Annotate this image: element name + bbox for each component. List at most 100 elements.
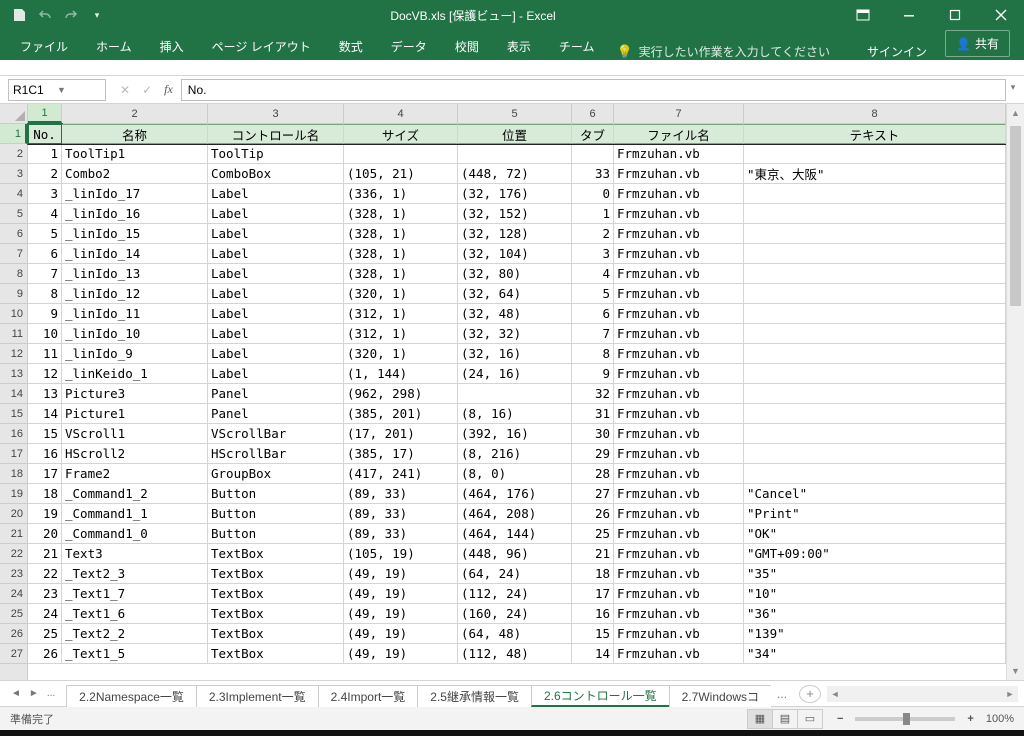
cell[interactable]: ToolTip1: [62, 144, 208, 164]
cell[interactable]: Combo2: [62, 164, 208, 184]
cell[interactable]: (328, 1): [344, 244, 458, 264]
cell[interactable]: (105, 21): [344, 164, 458, 184]
cell[interactable]: (112, 48): [458, 644, 572, 664]
column-header[interactable]: 4: [344, 104, 458, 123]
cell[interactable]: Label: [208, 244, 344, 264]
cell[interactable]: Frmzuhan.vb: [614, 364, 744, 384]
cell[interactable]: (49, 19): [344, 564, 458, 584]
table-header-cell[interactable]: サイズ: [344, 124, 458, 144]
cell[interactable]: Panel: [208, 384, 344, 404]
row-header[interactable]: 8: [0, 264, 27, 284]
cell[interactable]: "東京、大阪": [744, 164, 1006, 184]
cell[interactable]: 33: [572, 164, 614, 184]
row-header[interactable]: 20: [0, 504, 27, 524]
row-header[interactable]: 13: [0, 364, 27, 384]
cell[interactable]: "36": [744, 604, 1006, 624]
row-header[interactable]: 23: [0, 564, 27, 584]
cells-area[interactable]: No.名称コントロール名サイズ位置タブファイル名テキスト1ToolTip1Too…: [28, 124, 1006, 680]
cell[interactable]: Frmzuhan.vb: [614, 644, 744, 664]
sheet-nav-prev-icon[interactable]: ◄: [8, 686, 24, 701]
cell[interactable]: (464, 208): [458, 504, 572, 524]
scroll-down-icon[interactable]: ▼: [1007, 662, 1024, 680]
cell[interactable]: Picture3: [62, 384, 208, 404]
cell[interactable]: _linIdo_10: [62, 324, 208, 344]
cell[interactable]: (49, 19): [344, 644, 458, 664]
row-header[interactable]: 26: [0, 624, 27, 644]
cell[interactable]: (64, 24): [458, 564, 572, 584]
scroll-left-icon[interactable]: ◄: [827, 686, 843, 702]
cell[interactable]: Label: [208, 264, 344, 284]
cell[interactable]: Frmzuhan.vb: [614, 244, 744, 264]
cell[interactable]: (89, 33): [344, 504, 458, 524]
cell[interactable]: 8: [28, 284, 62, 304]
cell[interactable]: 22: [28, 564, 62, 584]
cell[interactable]: 18: [28, 484, 62, 504]
cell[interactable]: "Cancel": [744, 484, 1006, 504]
tab-file[interactable]: ファイル: [6, 32, 82, 60]
cell[interactable]: Frmzuhan.vb: [614, 624, 744, 644]
cell[interactable]: Frmzuhan.vb: [614, 344, 744, 364]
new-sheet-button[interactable]: +: [799, 685, 821, 703]
minimize-icon[interactable]: [886, 0, 932, 30]
cell[interactable]: (464, 144): [458, 524, 572, 544]
scroll-up-icon[interactable]: ▲: [1007, 104, 1024, 122]
cell[interactable]: Frmzuhan.vb: [614, 524, 744, 544]
cell[interactable]: Button: [208, 504, 344, 524]
column-header[interactable]: 3: [208, 104, 344, 123]
name-box-dropdown-icon[interactable]: ▼: [57, 85, 101, 95]
row-header[interactable]: 21: [0, 524, 27, 544]
cell[interactable]: (312, 1): [344, 324, 458, 344]
cell[interactable]: 9: [572, 364, 614, 384]
cell[interactable]: (17, 201): [344, 424, 458, 444]
cell[interactable]: _linIdo_9: [62, 344, 208, 364]
cell[interactable]: (32, 152): [458, 204, 572, 224]
cell[interactable]: 2: [28, 164, 62, 184]
ribbon-display-options-icon[interactable]: [840, 0, 886, 30]
cell[interactable]: 30: [572, 424, 614, 444]
cell[interactable]: Label: [208, 324, 344, 344]
cell[interactable]: Frmzuhan.vb: [614, 384, 744, 404]
table-header-cell[interactable]: コントロール名: [208, 124, 344, 144]
cell[interactable]: 7: [28, 264, 62, 284]
cell[interactable]: Label: [208, 344, 344, 364]
row-header[interactable]: 6: [0, 224, 27, 244]
tab-layout[interactable]: ページ レイアウト: [198, 32, 325, 60]
cell[interactable]: [744, 444, 1006, 464]
cell[interactable]: [458, 384, 572, 404]
cell[interactable]: [744, 264, 1006, 284]
cell[interactable]: 25: [572, 524, 614, 544]
cell[interactable]: (448, 96): [458, 544, 572, 564]
cell[interactable]: Frmzuhan.vb: [614, 324, 744, 344]
cell[interactable]: TextBox: [208, 604, 344, 624]
tab-view[interactable]: 表示: [493, 32, 545, 60]
cell[interactable]: Button: [208, 524, 344, 544]
sheet-nav-next-icon[interactable]: ►: [26, 686, 42, 701]
vscroll-thumb[interactable]: [1010, 126, 1021, 306]
cell[interactable]: [744, 304, 1006, 324]
view-page-break-icon[interactable]: ▭: [797, 709, 823, 729]
cell[interactable]: (328, 1): [344, 264, 458, 284]
cell[interactable]: [744, 404, 1006, 424]
table-header-cell[interactable]: 名称: [62, 124, 208, 144]
cell[interactable]: 4: [28, 204, 62, 224]
table-header-cell[interactable]: ファイル名: [614, 124, 744, 144]
cell[interactable]: (336, 1): [344, 184, 458, 204]
cell[interactable]: Label: [208, 364, 344, 384]
row-header[interactable]: 16: [0, 424, 27, 444]
cell[interactable]: Label: [208, 284, 344, 304]
row-header[interactable]: 12: [0, 344, 27, 364]
cell[interactable]: Frmzuhan.vb: [614, 604, 744, 624]
sign-in-link[interactable]: サインイン: [853, 43, 941, 60]
cell[interactable]: 24: [28, 604, 62, 624]
cell[interactable]: 14: [572, 644, 614, 664]
cell[interactable]: TextBox: [208, 544, 344, 564]
sheet-overflow-right[interactable]: ...: [771, 687, 793, 701]
cell[interactable]: VScroll1: [62, 424, 208, 444]
cell[interactable]: Label: [208, 304, 344, 324]
cell[interactable]: (32, 16): [458, 344, 572, 364]
insert-function-icon[interactable]: fx: [164, 82, 173, 97]
worksheet-grid[interactable]: 12345678 1234567891011121314151617181920…: [0, 104, 1024, 680]
cell[interactable]: 29: [572, 444, 614, 464]
cell[interactable]: _linIdo_11: [62, 304, 208, 324]
cell[interactable]: _linIdo_16: [62, 204, 208, 224]
